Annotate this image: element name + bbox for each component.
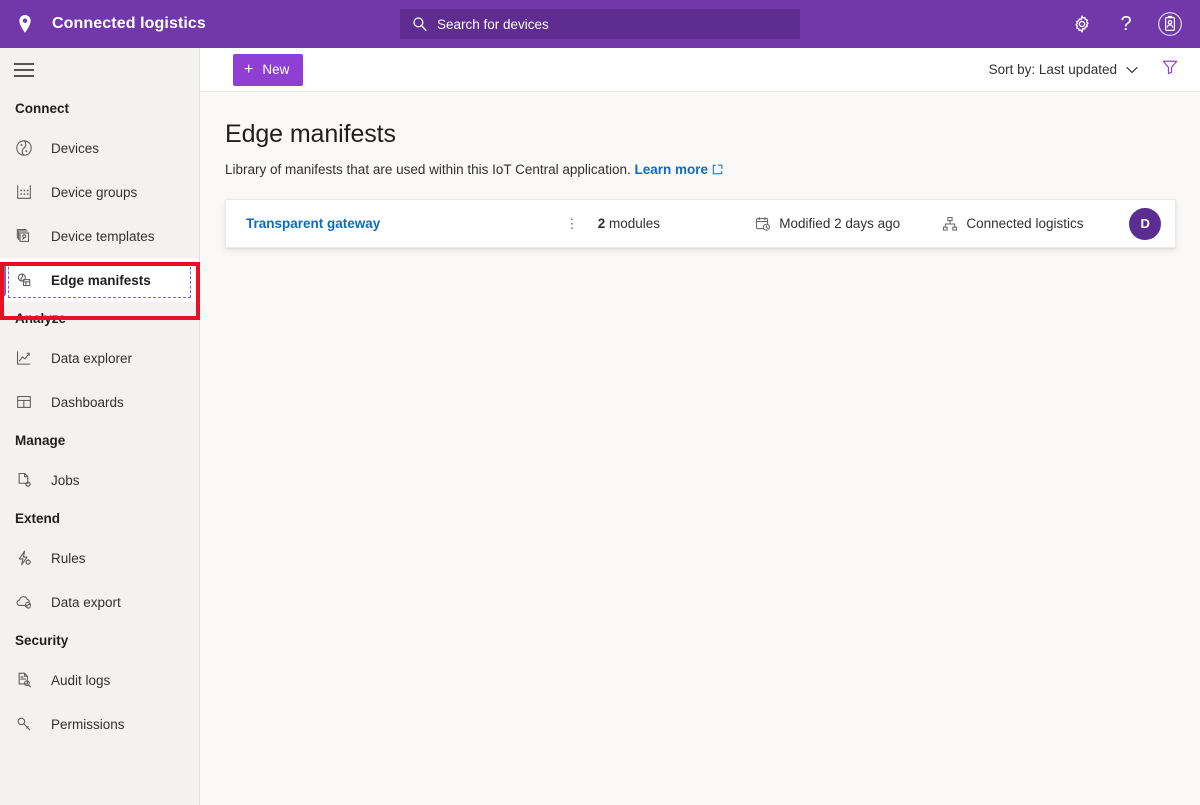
sidebar-label: Edge manifests <box>51 273 151 288</box>
audit-logs-icon <box>14 670 34 690</box>
app-header: Connected logistics ? <box>0 0 1200 48</box>
sort-by-dropdown[interactable]: Sort by: Last updated <box>983 56 1144 83</box>
permissions-key-icon <box>14 714 34 734</box>
sidebar-item-permissions[interactable]: Permissions <box>0 702 199 746</box>
location-pin-icon <box>14 13 36 35</box>
rules-icon <box>14 548 34 568</box>
data-export-icon <box>14 592 34 612</box>
sidebar-label: Rules <box>51 551 86 566</box>
edge-manifests-icon <box>14 270 34 290</box>
page-subtitle-text: Library of manifests that are used withi… <box>225 162 631 177</box>
sidebar-label: Devices <box>51 141 99 156</box>
organization-label: Connected logistics <box>966 216 1083 231</box>
new-button-label: New <box>262 62 289 77</box>
sidebar-label: Data export <box>51 595 121 610</box>
page-subtitle: Library of manifests that are used withi… <box>225 162 1176 178</box>
brand[interactable]: Connected logistics <box>0 0 206 48</box>
sidebar-item-dashboards[interactable]: Dashboards <box>0 380 199 424</box>
account-button[interactable] <box>1148 0 1192 48</box>
learn-more-label: Learn more <box>634 162 708 177</box>
sidebar-item-audit-logs[interactable]: Audit logs <box>0 658 199 702</box>
device-templates-icon <box>14 226 34 246</box>
calendar-clock-icon <box>755 216 771 232</box>
avatar[interactable]: D <box>1129 208 1161 240</box>
account-badge-icon <box>1157 11 1183 37</box>
sidebar-item-device-templates[interactable]: Device templates <box>0 214 199 258</box>
search-input[interactable] <box>437 10 767 38</box>
dashboards-icon <box>14 392 34 412</box>
page-title: Edge manifests <box>225 120 1176 149</box>
sidebar-label: Permissions <box>51 717 125 732</box>
sidebar-label: Audit logs <box>51 673 110 688</box>
devices-icon <box>14 138 34 158</box>
header-actions: ? <box>1060 0 1192 48</box>
sidebar: Connect Devices Device gr <box>0 48 200 805</box>
nav-group-manage-title: Manage <box>0 424 199 458</box>
manifest-modified: Modified 2 days ago <box>755 216 942 232</box>
filter-button[interactable] <box>1154 54 1186 86</box>
nav-group-analyze-title: Analyze <box>0 302 199 336</box>
filter-funnel-icon <box>1161 58 1179 81</box>
manifest-row[interactable]: Transparent gateway ⋮ 2 modules Modified… <box>225 199 1176 248</box>
hamburger-menu-button[interactable] <box>0 48 48 92</box>
data-explorer-icon <box>14 348 34 368</box>
sidebar-label: Device templates <box>51 229 155 244</box>
hamburger-icon <box>14 63 34 77</box>
modules-label: modules <box>609 216 660 231</box>
organization-hierarchy-icon <box>942 216 958 232</box>
selected-indicator-bar <box>2 264 6 296</box>
sidebar-label: Data explorer <box>51 351 132 366</box>
manifest-modules: 2 modules <box>598 216 756 231</box>
sidebar-label: Device groups <box>51 185 137 200</box>
sidebar-item-device-groups[interactable]: Device groups <box>0 170 199 214</box>
search-icon <box>412 16 428 32</box>
nav-group-connect-title: Connect <box>0 92 199 126</box>
manifest-name-link[interactable]: Transparent gateway <box>246 216 561 231</box>
external-link-icon <box>712 163 723 178</box>
command-bar: + New Sort by: Last updated <box>200 48 1200 92</box>
manifest-organization: Connected logistics <box>942 216 1129 232</box>
nav-group-extend-title: Extend <box>0 502 199 536</box>
settings-gear-button[interactable] <box>1060 0 1104 48</box>
new-button[interactable]: + New <box>233 54 303 86</box>
app-title: Connected logistics <box>52 15 206 33</box>
learn-more-link[interactable]: Learn more <box>634 162 708 177</box>
plus-icon: + <box>244 62 253 78</box>
chevron-down-icon <box>1126 66 1138 74</box>
sidebar-item-data-export[interactable]: Data export <box>0 580 199 624</box>
command-bar-right: Sort by: Last updated <box>983 54 1200 86</box>
nav-group-security-title: Security <box>0 624 199 658</box>
sidebar-label: Dashboards <box>51 395 124 410</box>
sidebar-item-jobs[interactable]: Jobs <box>0 458 199 502</box>
sidebar-label: Jobs <box>51 473 80 488</box>
global-search[interactable] <box>400 9 800 39</box>
modified-label: Modified 2 days ago <box>779 216 900 231</box>
question-mark-icon: ? <box>1120 14 1131 34</box>
sidebar-item-devices[interactable]: Devices <box>0 126 199 170</box>
device-groups-icon <box>14 182 34 202</box>
more-options-kebab-icon[interactable]: ⋮ <box>561 216 583 232</box>
main-content: Edge manifests Library of manifests that… <box>200 92 1200 805</box>
modules-count: 2 <box>598 216 606 231</box>
sidebar-item-rules[interactable]: Rules <box>0 536 199 580</box>
jobs-icon <box>14 470 34 490</box>
sidebar-item-edge-manifests[interactable]: Edge manifests <box>0 258 199 302</box>
help-button[interactable]: ? <box>1104 0 1148 48</box>
gear-icon <box>1072 14 1092 34</box>
sort-by-label: Sort by: Last updated <box>989 62 1117 77</box>
sidebar-item-data-explorer[interactable]: Data explorer <box>0 336 199 380</box>
